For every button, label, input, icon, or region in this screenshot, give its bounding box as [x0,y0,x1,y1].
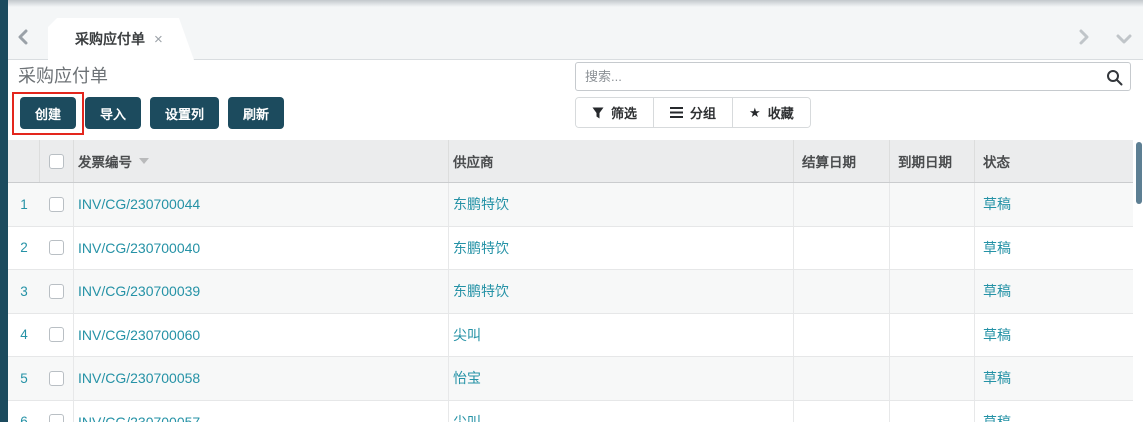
row-checkbox-cell [40,313,74,356]
status-badge: 草稿 [983,370,1011,387]
row-checkbox[interactable] [49,196,64,212]
invoice-number-link[interactable]: INV/CG/230700057 [74,400,449,422]
status-badge: 草稿 [983,413,1011,422]
app-window: 采购应付单 × 采购应付单 创建 导入 设置列 刷新 筛选 分组 ★ 收藏 [0,0,1143,422]
tab-label: 采购应付单 [75,31,145,47]
header-status[interactable]: 状态 [975,140,1133,182]
supplier-link[interactable]: 怡宝 [449,357,794,400]
header-due-date[interactable]: 到期日期 [890,140,975,182]
tab-purchase-payables[interactable]: 采购应付单 × [48,18,194,60]
import-button[interactable]: 导入 [85,97,142,129]
table-row[interactable]: 2 INV/CG/230700040 东鹏特饮 草稿 [8,226,1133,270]
invoice-number-link[interactable]: INV/CG/230700044 [74,183,449,226]
invoice-number-link[interactable]: INV/CG/230700040 [74,226,449,269]
row-number: 5 [20,370,28,386]
group-lines-icon [670,107,684,118]
header-invoice[interactable]: 发票编号 [74,140,449,182]
group-button-label: 分组 [690,106,717,121]
group-button[interactable]: 分组 [654,98,734,127]
row-checkbox-cell [40,357,74,400]
table-row[interactable]: 1 INV/CG/230700044 东鹏特饮 草稿 [8,183,1133,227]
invoice-table: 发票编号 供应商 结算日期 到期日期 状态 1 INV/CG/230700044… [8,140,1133,422]
supplier-link[interactable]: 尖叫 [449,313,794,356]
header-invoice-label: 发票编号 [78,155,132,170]
table-row[interactable]: 4 INV/CG/230700060 尖叫 草稿 [8,313,1133,357]
row-number: 6 [20,414,28,422]
row-checkbox[interactable] [49,414,64,422]
row-checkbox[interactable] [49,283,64,299]
filter-button-group: 筛选 分组 ★ 收藏 [575,97,811,128]
tab-list-dropdown-icon[interactable] [1116,31,1132,47]
due-date-cell [890,270,975,313]
header-status-label: 状态 [983,155,1010,170]
search-input[interactable] [576,63,1130,90]
favorite-button[interactable]: ★ 收藏 [733,98,810,127]
tab-close-icon[interactable]: × [154,32,163,47]
left-edge-strip [0,0,8,422]
settle-date-cell [794,226,890,269]
favorite-button-label: 收藏 [767,106,794,121]
header-supplier-label: 供应商 [453,155,494,170]
row-checkbox-cell [40,183,74,226]
row-checkbox[interactable] [49,370,64,386]
action-button-row: 创建 导入 设置列 刷新 [20,97,285,129]
table-header-row: 发票编号 供应商 结算日期 到期日期 状态 [8,140,1133,183]
invoice-number-link[interactable]: INV/CG/230700039 [74,270,449,313]
settle-date-cell [794,357,890,400]
row-checkbox[interactable] [49,327,64,343]
row-checkbox-cell [40,270,74,313]
tab-scroll-right-icon[interactable] [1076,29,1092,45]
settle-date-cell [794,270,890,313]
page-title: 采购应付单 [18,66,108,86]
header-due-date-label: 到期日期 [898,155,952,170]
row-checkbox[interactable] [49,240,64,256]
refresh-button[interactable]: 刷新 [228,97,285,129]
header-checkbox-cell [40,140,74,182]
settle-date-cell [794,183,890,226]
due-date-cell [890,400,975,422]
set-columns-button[interactable]: 设置列 [150,97,220,129]
vertical-scrollbar-thumb[interactable] [1136,142,1142,204]
filter-button-label: 筛选 [611,106,638,121]
create-button[interactable]: 创建 [20,97,77,129]
header-settle-date[interactable]: 结算日期 [794,140,890,182]
star-icon: ★ [749,104,761,120]
status-badge: 草稿 [983,283,1011,300]
row-number: 2 [20,240,28,256]
due-date-cell [890,226,975,269]
supplier-link[interactable]: 东鹏特饮 [449,183,794,226]
tab-bar: 采购应付单 × [8,0,1143,60]
tab-scroll-left-icon[interactable] [16,29,32,45]
status-badge: 草稿 [983,326,1011,343]
row-number: 3 [20,283,28,299]
supplier-link[interactable]: 东鹏特饮 [449,270,794,313]
due-date-cell [890,313,975,356]
table-row[interactable]: 6 INV/CG/230700057 尖叫 草稿 [8,400,1133,422]
invoice-number-link[interactable]: INV/CG/230700058 [74,357,449,400]
supplier-link[interactable]: 东鹏特饮 [449,226,794,269]
search-icon[interactable] [1106,69,1123,86]
header-row-number [8,140,40,182]
due-date-cell [890,183,975,226]
row-checkbox-cell [40,400,74,422]
settle-date-cell [794,400,890,422]
sort-desc-icon [139,158,149,164]
status-badge: 草稿 [983,239,1011,256]
row-number: 1 [20,196,28,212]
search-box [575,62,1131,91]
status-badge: 草稿 [983,196,1011,213]
row-number: 4 [20,327,28,343]
settle-date-cell [794,313,890,356]
supplier-link[interactable]: 尖叫 [449,400,794,422]
header-settle-date-label: 结算日期 [802,155,856,170]
due-date-cell [890,357,975,400]
table-row[interactable]: 3 INV/CG/230700039 东鹏特饮 草稿 [8,270,1133,314]
row-checkbox-cell [40,226,74,269]
header-supplier[interactable]: 供应商 [449,140,794,182]
funnel-icon [592,107,604,118]
select-all-checkbox[interactable] [49,153,64,169]
invoice-number-link[interactable]: INV/CG/230700060 [74,313,449,356]
table-row[interactable]: 5 INV/CG/230700058 怡宝 草稿 [8,357,1133,401]
filter-button[interactable]: 筛选 [576,98,655,127]
